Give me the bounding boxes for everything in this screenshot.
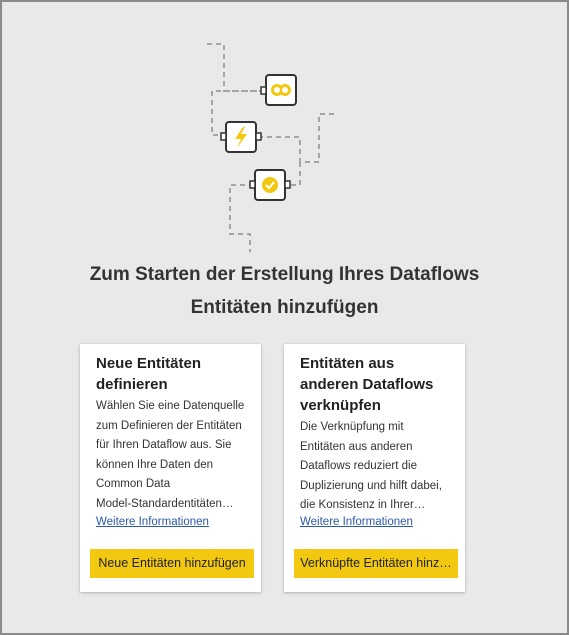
card-title: Neue Entitäten definieren — [96, 355, 202, 393]
add-linked-entities-button[interactable]: Verknüpfte Entitäten hinz… — [294, 549, 458, 578]
learn-more-link[interactable]: Weitere Informationen — [300, 516, 413, 528]
card-title: Entitäten aus anderen Dataflows verknüpf… — [300, 355, 434, 414]
learn-more-link[interactable]: Weitere Informationen — [96, 516, 209, 528]
link-entities-card: Entitäten aus anderen Dataflows verknüpf… — [284, 344, 465, 592]
checkmark-node — [249, 169, 291, 201]
add-new-entities-button[interactable]: Neue Entitäten hinzufügen — [90, 549, 254, 578]
link-icon — [271, 84, 291, 96]
headline-line-1: Zum Starten der Erstellung Ihres Dataflo… — [89, 264, 480, 285]
dataflow-illustration — [207, 43, 336, 252]
link-node — [260, 74, 297, 106]
card-description: Wählen Sie eine Datenquelle zum Definier… — [96, 400, 245, 510]
lightning-node — [220, 121, 262, 153]
dataflow-empty-state-panel: Zum Starten der Erstellung Ihres Dataflo… — [0, 0, 569, 635]
define-new-entities-card: Neue Entitäten definieren Wählen Sie ein… — [80, 344, 261, 592]
headline-line-2: Entitäten hinzufügen — [190, 297, 379, 318]
checkmark-badge-icon — [262, 177, 278, 193]
card-description: Die Verknüpfung mit Entitäten aus andere… — [300, 421, 442, 511]
